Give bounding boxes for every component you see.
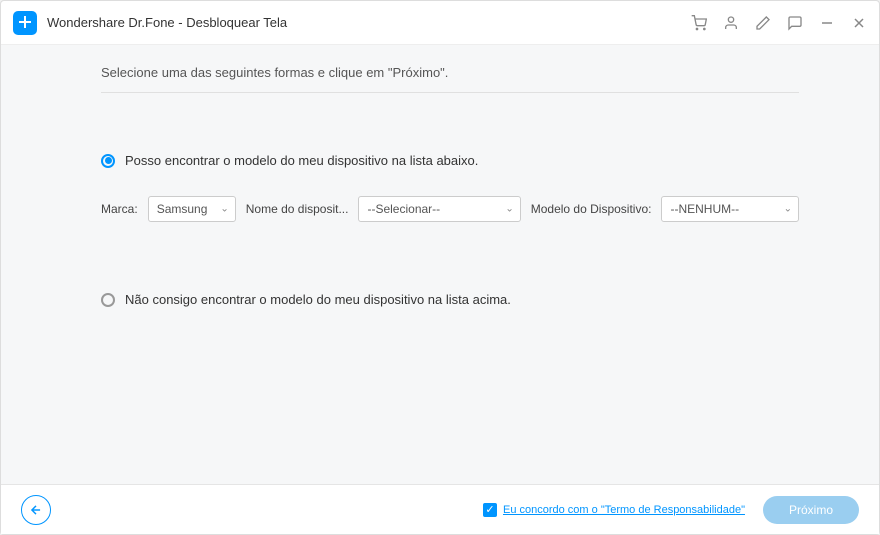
device-model-label: Modelo do Dispositivo: xyxy=(531,202,652,216)
device-name-dropdown[interactable]: --Selecionar-- ⌄ xyxy=(358,196,520,222)
option-find-model[interactable]: Posso encontrar o modelo do meu disposit… xyxy=(101,153,799,168)
main-content: Selecione uma das seguintes formas e cli… xyxy=(1,45,879,484)
instruction-text: Selecione uma das seguintes formas e cli… xyxy=(101,65,799,93)
device-name-value: --Selecionar-- xyxy=(367,202,440,216)
chevron-down-icon: ⌄ xyxy=(784,204,792,215)
brand-value: Samsung xyxy=(157,202,208,216)
device-name-label: Nome do disposit... xyxy=(246,202,349,216)
app-window: Wondershare Dr.Fone - Desbloquear Tela S… xyxy=(0,0,880,535)
close-icon[interactable] xyxy=(851,15,867,31)
footer: ✓ Eu concordo com o "Termo de Responsabi… xyxy=(1,484,879,534)
option1-label: Posso encontrar o modelo do meu disposit… xyxy=(125,153,478,168)
edit-icon[interactable] xyxy=(755,15,771,31)
chevron-down-icon: ⌄ xyxy=(220,204,228,215)
brand-dropdown[interactable]: Samsung ⌄ xyxy=(148,196,236,222)
titlebar: Wondershare Dr.Fone - Desbloquear Tela xyxy=(1,1,879,45)
back-button[interactable] xyxy=(21,495,51,525)
option2-label: Não consigo encontrar o modelo do meu di… xyxy=(125,292,511,307)
feedback-icon[interactable] xyxy=(787,15,803,31)
brand-label: Marca: xyxy=(101,202,138,216)
app-logo-icon xyxy=(13,11,37,35)
user-icon[interactable] xyxy=(723,15,739,31)
agreement-link[interactable]: Eu concordo com o "Termo de Responsabili… xyxy=(503,504,745,516)
option-cannot-find-model[interactable]: Não consigo encontrar o modelo do meu di… xyxy=(101,292,799,307)
agreement-block: ✓ Eu concordo com o "Termo de Responsabi… xyxy=(483,503,745,517)
chevron-down-icon: ⌄ xyxy=(505,204,513,215)
radio-unselected-icon[interactable] xyxy=(101,293,115,307)
next-button[interactable]: Próximo xyxy=(763,496,859,524)
device-form-row: Marca: Samsung ⌄ Nome do disposit... --S… xyxy=(101,196,799,222)
radio-selected-icon[interactable] xyxy=(101,154,115,168)
titlebar-actions xyxy=(691,15,867,31)
device-model-value: --NENHUM-- xyxy=(670,202,739,216)
minimize-icon[interactable] xyxy=(819,15,835,31)
app-title: Wondershare Dr.Fone - Desbloquear Tela xyxy=(47,15,691,30)
agreement-checkbox[interactable]: ✓ xyxy=(483,503,497,517)
device-model-dropdown[interactable]: --NENHUM-- ⌄ xyxy=(661,196,799,222)
cart-icon[interactable] xyxy=(691,15,707,31)
